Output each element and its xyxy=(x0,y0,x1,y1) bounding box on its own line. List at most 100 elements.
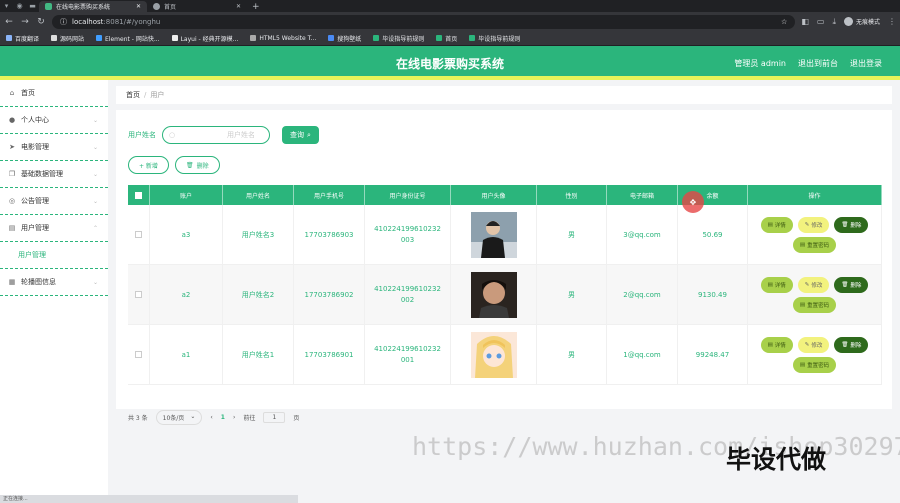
more-icon[interactable]: ⋮ xyxy=(888,17,896,26)
address-bar: ← → ↻ ⓘ localhost:8081/#/yonghu ☆ ◧ ▭ ⤓ … xyxy=(0,12,900,31)
search-input[interactable]: ○ 用户姓名 xyxy=(162,126,270,144)
row-checkbox[interactable] xyxy=(128,265,150,324)
detail-button[interactable]: ▤ 详情 xyxy=(760,336,793,353)
browser-menu-icon[interactable]: ◉ xyxy=(13,0,26,12)
next-page-button[interactable]: › xyxy=(233,414,235,421)
trash-icon: 🗑 xyxy=(841,221,849,228)
user-icon: ● xyxy=(8,116,16,124)
cell-idcard: 410224199610232 002 xyxy=(365,265,451,324)
location-icon: ◎ xyxy=(8,197,16,205)
trash-icon: 🗑 xyxy=(841,281,849,288)
chevron-down-icon: ⌄ xyxy=(92,170,98,178)
select-all-checkbox[interactable] xyxy=(128,185,150,205)
copy-icon: ❐ xyxy=(8,170,16,178)
search-bar: 用户姓名 ○ 用户姓名 查询 ⌕ xyxy=(128,126,319,144)
goto-page-input[interactable]: 1 xyxy=(263,412,286,423)
page-size-select[interactable]: 10条/页 ⌄ xyxy=(155,410,203,425)
reset-password-button[interactable]: ▤ 重置密码 xyxy=(792,236,837,253)
back-icon[interactable]: ← xyxy=(4,17,14,27)
new-tab-icon[interactable]: + xyxy=(247,2,265,12)
tab-inactive[interactable]: 首页 ✕ xyxy=(147,1,247,12)
close-icon[interactable]: ✕ xyxy=(136,3,141,10)
detail-label: 详情 xyxy=(774,282,786,289)
sidebar-item-users[interactable]: ▤ 用户管理 ⌃ xyxy=(0,215,108,242)
cell-actions: ▤ 详情 ✎ 修改 🗑 删除 ▤ 重置密码 xyxy=(748,265,882,324)
edit-button[interactable]: ✎ 修改 xyxy=(797,216,830,233)
reload-icon[interactable]: ↻ xyxy=(36,17,46,27)
tab-active[interactable]: 在线电影票购买系统 ✕ xyxy=(39,1,147,12)
cell-balance: 99248.47 xyxy=(678,325,748,384)
bookmark-item[interactable]: 搜狗壁纸 xyxy=(328,34,361,43)
doc-icon: ▤ xyxy=(799,301,806,308)
idcard-part: 002 xyxy=(400,295,415,304)
tab-search-icon[interactable]: ▾ xyxy=(0,0,13,12)
bookmark-item[interactable]: Element - 网站快... xyxy=(96,34,160,43)
detail-label: 详情 xyxy=(774,222,786,229)
sidebar-item-label: 首页 xyxy=(21,89,35,97)
page-icon[interactable]: ▬ xyxy=(26,0,39,12)
bookmark-label: Element - 网站快... xyxy=(105,35,160,43)
reset-password-button[interactable]: ▤ 重置密码 xyxy=(792,356,837,373)
bookmark-item[interactable]: 百度翻译 xyxy=(6,34,39,43)
search-button[interactable]: 查询 ⌕ xyxy=(282,126,319,144)
bookmark-item[interactable]: Layui - 经典开源模... xyxy=(171,34,238,43)
profile-button[interactable]: 无痕模式 xyxy=(843,17,880,26)
sidebar-item-basedata[interactable]: ❐ 基础数据管理 ⌄ xyxy=(0,161,108,188)
extension-icon[interactable]: ◧ xyxy=(801,17,809,26)
sidebar-item-profile[interactable]: ● 个人中心 ⌄ xyxy=(0,107,108,134)
close-icon[interactable]: ✕ xyxy=(236,3,241,10)
status-bar: 正在连接... xyxy=(0,495,298,503)
sidebar-item-movies[interactable]: ➤ 电影管理 ⌄ xyxy=(0,134,108,161)
document-icon: ▤ xyxy=(8,224,16,232)
sidebar-item-home[interactable]: ⌂ 首页 xyxy=(0,80,108,107)
bookmark-label: 源码网站 xyxy=(60,35,85,43)
sidebar-subitem-users[interactable]: 用户管理 xyxy=(0,242,108,269)
pencil-icon: ✎ xyxy=(804,341,810,348)
header-accent-bar xyxy=(0,76,900,80)
row-checkbox[interactable] xyxy=(128,205,150,264)
delete-button[interactable]: 🗑 删除 xyxy=(174,156,220,174)
total-count: 共 3 条 xyxy=(128,415,148,422)
prev-page-button[interactable]: ‹ xyxy=(210,414,212,421)
url-input[interactable]: ⓘ localhost:8081/#/yonghu ☆ xyxy=(52,14,796,29)
reset-password-button[interactable]: ▤ 重置密码 xyxy=(792,296,837,313)
row-checkbox[interactable] xyxy=(128,325,150,384)
bookmark-item[interactable]: 源码网站 xyxy=(51,34,84,43)
user-avatar-image[interactable] xyxy=(470,331,517,378)
star-icon[interactable]: ☆ xyxy=(781,18,787,26)
bookmark-label: 毕设指导前规则 xyxy=(382,35,425,43)
delete-row-button[interactable]: 🗑 删除 xyxy=(834,216,869,233)
sidebar-item-carousel[interactable]: ▦ 轮播图信息 ⌄ xyxy=(0,269,108,296)
page-number[interactable]: 1 xyxy=(221,414,225,421)
to-frontend-link[interactable]: 退出到前台 xyxy=(798,58,838,69)
grid-icon: ▦ xyxy=(8,278,16,286)
delete-row-button[interactable]: 🗑 删除 xyxy=(834,336,869,353)
bookmark-item[interactable]: HTML5 Website T... xyxy=(250,35,316,42)
add-button[interactable]: + 新增 xyxy=(128,156,169,174)
user-avatar-image[interactable] xyxy=(470,211,517,258)
bookmark-icon xyxy=(96,35,103,41)
app-header: 在线电影票购买系统 管理员 admin 退出到前台 退出登录 xyxy=(0,46,900,80)
breadcrumb-home[interactable]: 首页 xyxy=(126,90,140,100)
user-avatar-image[interactable] xyxy=(470,271,517,318)
edit-button[interactable]: ✎ 修改 xyxy=(797,336,830,353)
bookmark-item[interactable]: 首页 xyxy=(436,34,457,43)
cell-email: 2@qq.com xyxy=(607,265,678,324)
detail-button[interactable]: ▤ 详情 xyxy=(760,216,793,233)
delete-row-button[interactable]: 🗑 删除 xyxy=(834,276,869,293)
edit-button[interactable]: ✎ 修改 xyxy=(797,276,830,293)
chevron-up-icon: ⌃ xyxy=(92,224,98,232)
bookmark-item[interactable]: 毕设指导前规则 xyxy=(469,34,520,43)
sidebar-item-notice[interactable]: ◎ 公告管理 ⌄ xyxy=(0,188,108,215)
forward-icon[interactable]: → xyxy=(20,17,30,27)
bookmark-item[interactable]: 毕设指导前规则 xyxy=(373,34,424,43)
bookmark-icon xyxy=(51,35,58,41)
doc-icon: ▤ xyxy=(799,241,806,248)
detail-button[interactable]: ▤ 详情 xyxy=(760,276,793,293)
cell-idcard: 410224199610232 001 xyxy=(365,325,451,384)
download-icon[interactable]: ⤓ xyxy=(832,17,836,27)
sidebar-icon[interactable]: ▭ xyxy=(817,17,825,26)
logout-link[interactable]: 退出登录 xyxy=(850,58,882,69)
sidebar-item-label: 电影管理 xyxy=(21,143,49,151)
reset-label: 重置密码 xyxy=(807,242,830,249)
